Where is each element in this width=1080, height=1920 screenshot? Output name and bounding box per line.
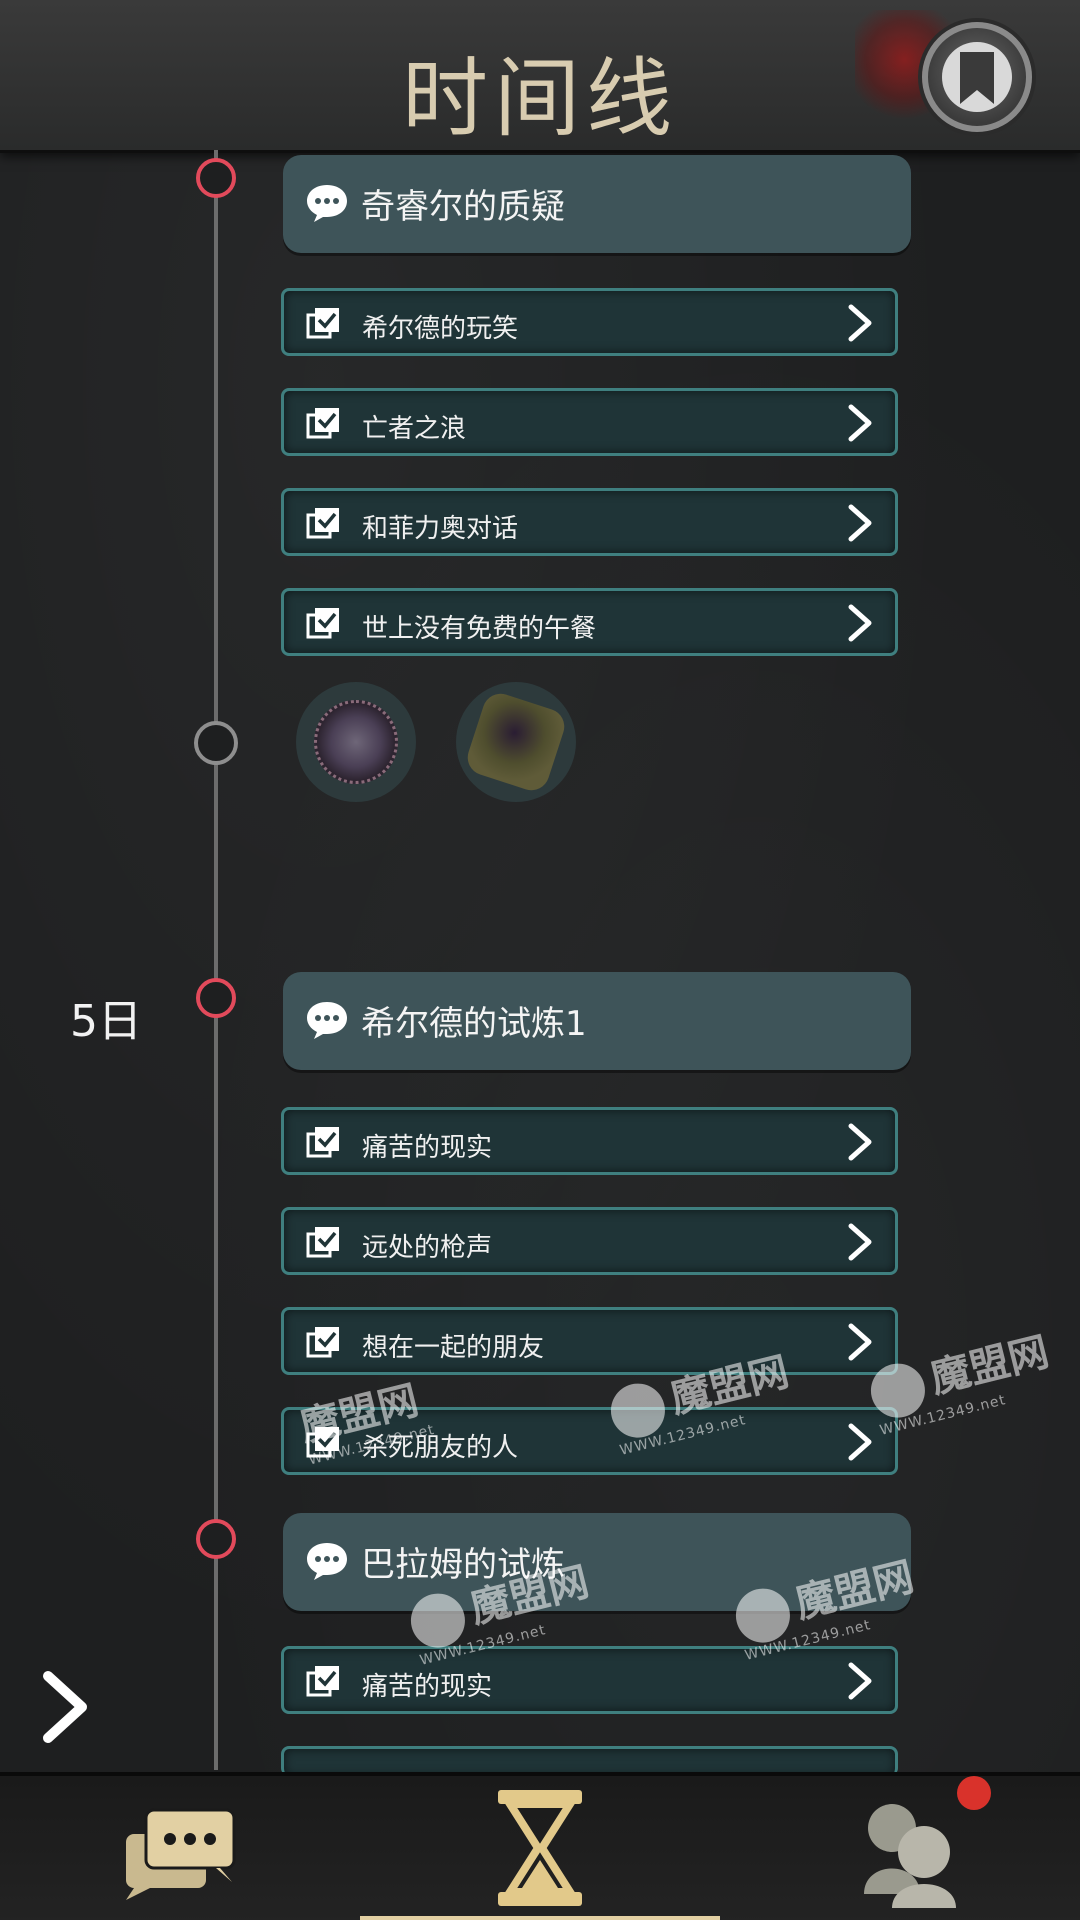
chevron-right-icon [848,1323,872,1361]
checklist-icon [306,508,339,539]
checklist-icon [306,1127,339,1158]
people-icon[interactable] [862,1798,972,1908]
timeline-node [196,978,236,1018]
chapter-header[interactable]: 奇睿尔的质疑 [283,155,911,253]
hourglass-icon[interactable] [496,1788,584,1908]
speech-bubble-icon [307,1543,347,1580]
bottom-nav [0,1772,1080,1920]
item-label: 世上没有免费的午餐 [362,614,597,644]
bookmark-icon [960,52,994,104]
day-label: 5日 [70,996,142,1047]
chevron-right-icon [848,404,872,442]
speech-bubble-icon [307,1002,347,1039]
chevron-right-icon [848,1662,872,1700]
active-tab-indicator [360,1916,720,1920]
item-label: 痛苦的现实 [362,1133,493,1163]
chapter-title: 奇睿尔的质疑 [361,187,565,227]
checklist-icon [306,408,339,439]
list-item[interactable]: 希尔德的玩笑 [281,288,898,356]
timeline-node [196,1519,236,1559]
reward-item[interactable] [456,682,576,802]
item-label: 痛苦的现实 [362,1672,493,1702]
spiked-disc-icon [314,700,398,784]
list-item[interactable]: 亡者之浪 [281,388,898,456]
notification-badge [957,1776,991,1810]
item-label: 和菲力奥对话 [362,514,519,544]
checklist-icon [306,1666,339,1697]
timeline-node-reward [194,721,238,765]
list-item[interactable]: 痛苦的现实 [281,1646,898,1714]
item-label: 希尔德的玩笑 [362,314,519,344]
list-item[interactable]: 和菲力奥对话 [281,488,898,556]
expand-arrow-icon[interactable] [38,1670,94,1744]
chapter-title: 希尔德的试炼1 [361,1004,587,1044]
list-item[interactable]: 世上没有免费的午餐 [281,588,898,656]
checklist-icon [306,1227,339,1258]
chevron-right-icon [848,604,872,642]
item-label: 远处的枪声 [362,1233,493,1263]
chevron-right-icon [848,1423,872,1461]
reward-item[interactable] [296,682,416,802]
chapter-header[interactable]: 希尔德的试炼1 [283,972,911,1070]
chevron-right-icon [848,504,872,542]
dark-device-icon [463,689,569,795]
bookmark-button[interactable] [922,22,1032,132]
header-bar: 时间线 [0,0,1080,153]
chevron-right-icon [848,304,872,342]
item-label: 想在一起的朋友 [362,1333,545,1363]
timeline-screen: 时间线 5日 奇睿尔的质疑 希尔德的玩笑 亡者之浪 和菲力奥对话 世上没有免费的… [0,0,1080,1920]
chevron-right-icon [848,1223,872,1261]
checklist-icon [306,1327,339,1358]
item-label: 亡者之浪 [362,414,467,444]
chat-bubbles-icon[interactable] [120,1804,240,1900]
timeline-node [196,158,236,198]
checklist-icon [306,608,339,639]
checklist-icon [306,308,339,339]
chevron-right-icon [848,1123,872,1161]
speech-bubble-icon [307,185,347,222]
list-item[interactable]: 想在一起的朋友 [281,1307,898,1375]
list-item[interactable]: 痛苦的现实 [281,1107,898,1175]
list-item[interactable]: 远处的枪声 [281,1207,898,1275]
